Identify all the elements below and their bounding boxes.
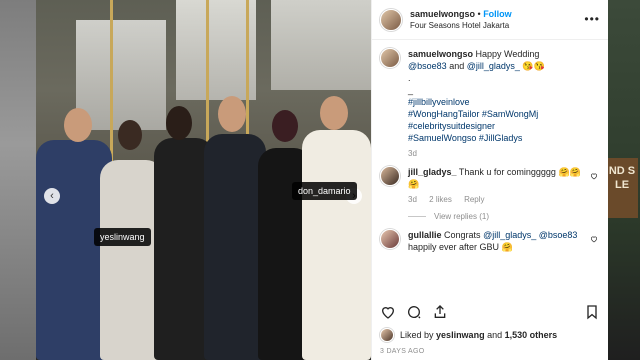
background-left-blur: [0, 0, 36, 360]
hashtag-link[interactable]: #celebritysuitdesigner: [408, 121, 495, 131]
hashtag-link[interactable]: #WongHangTailor: [408, 109, 479, 119]
liker-username[interactable]: yeslinwang: [436, 330, 485, 340]
location-link[interactable]: Four Seasons Hotel Jakarta: [410, 21, 512, 30]
comment-bubble-icon[interactable]: [406, 304, 422, 320]
mention-link[interactable]: @jill_gladys_: [467, 61, 520, 71]
post-header: samuelwongso • Follow Four Seasons Hotel…: [372, 0, 608, 40]
share-icon[interactable]: [432, 304, 448, 320]
person-1-head: [64, 108, 92, 142]
post-date[interactable]: 3 DAYS AGO: [380, 348, 425, 355]
save-bookmark-icon[interactable]: [584, 304, 600, 320]
prev-photo-button[interactable]: ‹: [44, 188, 60, 204]
likes-prefix: Liked by: [400, 330, 434, 340]
caption-avatar[interactable]: [380, 48, 400, 68]
caption-username[interactable]: samuelwongso: [408, 49, 473, 59]
replies-line: [408, 216, 426, 218]
hashtag-link[interactable]: #SamuelWongso: [408, 133, 476, 143]
author-username[interactable]: samuelwongso: [410, 9, 475, 19]
person-3-head: [166, 106, 192, 140]
likes-count[interactable]: 1,530 others: [505, 330, 558, 340]
comment-text: Thank u for cominggggg: [458, 167, 556, 177]
caption-text: Happy Wedding: [475, 49, 540, 59]
comment-text: happily ever after GBU: [408, 242, 500, 252]
person-4: [204, 134, 266, 360]
comment: jill_gladys_ Thank u for cominggggg 🤗🤗🤗 …: [380, 166, 598, 206]
background-right-blur: ND S LE: [604, 0, 640, 360]
mention-link[interactable]: @jill_gladys_: [483, 230, 536, 240]
hashtag-link[interactable]: #JillGladys: [479, 133, 523, 143]
liker-avatar[interactable]: [380, 328, 394, 342]
caption-time: 3d: [408, 149, 417, 158]
hashtag-link[interactable]: #jillbillyveinlove: [408, 97, 470, 107]
post-side-panel: samuelwongso • Follow Four Seasons Hotel…: [371, 0, 608, 360]
person-4-head: [218, 96, 246, 132]
view-replies-button[interactable]: View replies (1): [408, 212, 598, 221]
instagram-post: ‹ › yeslinwang don_damario samuelwongso …: [36, 0, 608, 360]
likes-summary: Liked by yeslinwang and 1,530 others: [380, 328, 557, 342]
like-comment-heart-icon[interactable]: [590, 235, 598, 243]
caption: samuelwongso Happy Wedding @bsoe83 and @…: [380, 48, 598, 160]
author-avatar[interactable]: [380, 8, 402, 31]
photo-tag[interactable]: yeslinwang: [94, 228, 151, 246]
caption-emoji: 😘😘: [522, 61, 545, 71]
person-2-head: [118, 120, 142, 150]
photo-backdrop-panel: [176, 0, 256, 100]
caption-dot: .: [408, 73, 411, 83]
like-heart-icon[interactable]: [380, 304, 396, 320]
caption-dash: _: [408, 85, 414, 95]
person-6-head: [320, 96, 348, 130]
commenter-username[interactable]: gullallie: [408, 230, 442, 240]
comment-text: Congrats: [444, 230, 481, 240]
reply-button[interactable]: Reply: [464, 195, 484, 204]
post-photo[interactable]: ‹ › yeslinwang don_damario: [36, 0, 371, 360]
caption-and: and: [449, 61, 465, 71]
comment-likes[interactable]: 2 likes: [429, 195, 452, 204]
mention-link[interactable]: @bsoe83: [408, 61, 447, 71]
comments-list: samuelwongso Happy Wedding @bsoe83 and @…: [372, 40, 608, 280]
photo-backdrop-panel: [271, 0, 371, 90]
person-6: [302, 130, 371, 360]
person-5-head: [272, 110, 298, 142]
comment-time: 3d: [408, 195, 417, 204]
photo-tag[interactable]: don_damario: [292, 182, 357, 200]
commenter-avatar[interactable]: [380, 166, 400, 186]
photo-backdrop-panel: [76, 20, 166, 130]
likes-and: and: [487, 330, 503, 340]
commenter-avatar[interactable]: [380, 229, 400, 249]
mention-link[interactable]: @bsoe83: [539, 230, 578, 240]
action-bar: [380, 302, 600, 322]
background-sign: ND S LE: [606, 158, 638, 218]
commenter-username[interactable]: jill_gladys_: [408, 167, 457, 177]
more-options-icon[interactable]: •••: [584, 12, 600, 26]
follow-button[interactable]: Follow: [483, 9, 512, 19]
like-comment-heart-icon[interactable]: [590, 172, 598, 180]
comment: gullallie Congrats @jill_gladys_ @bsoe83…: [380, 229, 598, 253]
comment-emoji: 🤗: [501, 242, 513, 252]
hashtag-link[interactable]: #SamWongMj: [482, 109, 538, 119]
